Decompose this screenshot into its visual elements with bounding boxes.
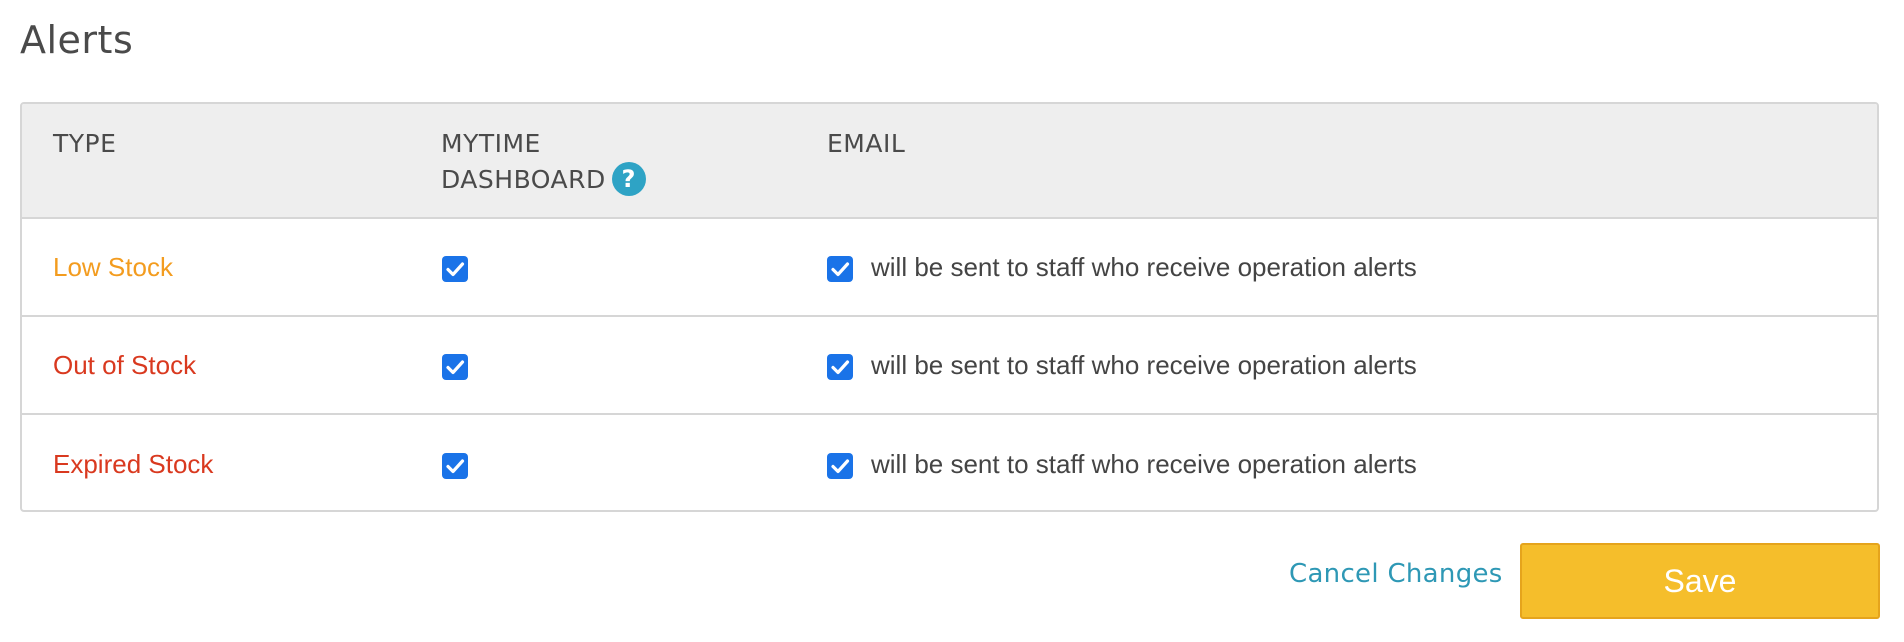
email-description: will be sent to staff who receive operat… — [871, 252, 1417, 282]
alert-type-label: Expired Stock — [53, 449, 214, 479]
alerts-table: TYPE MYTIME DASHBOARD? EMAIL Low Stock w… — [20, 102, 1879, 512]
dashboard-checkbox[interactable] — [442, 354, 468, 380]
checkmark-icon — [446, 262, 465, 277]
email-checkbox[interactable] — [827, 453, 853, 479]
email-checkbox[interactable] — [827, 256, 853, 282]
table-row: Out of Stock will be sent to staff who r… — [22, 317, 1877, 415]
table-row: Expired Stock will be sent to staff who … — [22, 416, 1877, 510]
checkmark-icon — [831, 360, 850, 375]
dashboard-checkbox[interactable] — [442, 453, 468, 479]
checkmark-icon — [446, 360, 465, 375]
checkmark-icon — [831, 459, 850, 474]
email-checkbox[interactable] — [827, 354, 853, 380]
email-description: will be sent to staff who receive operat… — [871, 449, 1417, 479]
column-header-dashboard-line2-wrap: DASHBOARD? — [441, 162, 646, 198]
help-icon[interactable]: ? — [611, 162, 646, 196]
column-header-dashboard-line2: DASHBOARD — [441, 165, 606, 194]
column-header-dashboard-line1: MYTIME — [441, 129, 541, 158]
alert-type-label: Low Stock — [53, 252, 173, 282]
checkmark-icon — [446, 459, 465, 474]
column-header-email: EMAIL — [827, 129, 906, 158]
save-button[interactable]: Save — [1520, 543, 1880, 619]
dashboard-checkbox[interactable] — [442, 256, 468, 282]
checkmark-icon — [831, 262, 850, 277]
table-row: Low Stock will be sent to staff who rece… — [22, 219, 1877, 317]
table-header: TYPE MYTIME DASHBOARD? EMAIL — [22, 104, 1877, 219]
column-header-dashboard: MYTIME DASHBOARD? — [441, 126, 646, 198]
alert-type-label: Out of Stock — [53, 350, 197, 380]
email-description: will be sent to staff who receive operat… — [871, 350, 1417, 380]
page-title: Alerts — [20, 18, 134, 62]
cancel-changes-link[interactable]: Cancel Changes — [1289, 559, 1503, 589]
column-header-type: TYPE — [53, 129, 117, 158]
